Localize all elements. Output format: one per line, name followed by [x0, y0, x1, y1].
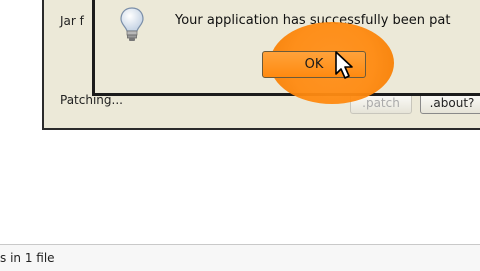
mouse-cursor-icon — [335, 51, 353, 79]
status-bar: s in 1 file — [0, 244, 480, 271]
lightbulb-icon — [120, 7, 144, 41]
status-bar-text: s in 1 file — [0, 251, 55, 265]
desktop: Jar f Patching... .patch .about? Your ap… — [0, 0, 480, 271]
jar-file-label: Jar f — [60, 14, 84, 28]
